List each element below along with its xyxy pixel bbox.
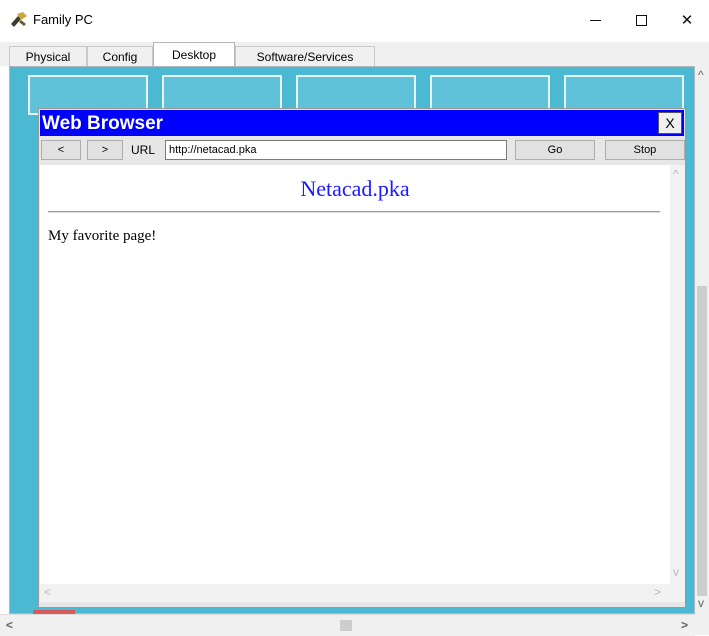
scroll-right-icon[interactable]: > <box>681 618 688 632</box>
page-heading: Netacad.pka <box>300 176 410 201</box>
vertical-scroll-thumb[interactable] <box>697 286 707 596</box>
page-vertical-scrollbar[interactable]: ^ v <box>670 165 685 584</box>
window-titlebar: Family PC ✕ <box>0 0 709 42</box>
horizontal-scroll-thumb[interactable] <box>340 620 352 631</box>
minimize-icon <box>589 19 601 21</box>
scroll-left-icon[interactable]: < <box>44 585 51 599</box>
browser-title: Web Browser <box>42 113 164 134</box>
window-title: Family PC <box>33 12 93 27</box>
scroll-right-icon[interactable]: > <box>654 585 661 599</box>
browser-toolbar: < > URL Go Stop <box>39 138 685 162</box>
tab-physical[interactable]: Physical <box>9 46 87 66</box>
cisco-pc-icon <box>11 12 27 27</box>
scroll-down-icon[interactable]: v <box>673 565 679 579</box>
back-button[interactable]: < <box>41 140 81 160</box>
scroll-down-icon[interactable]: v <box>698 596 704 610</box>
page-body-text: My favorite page! <box>48 228 157 244</box>
web-browser-window: Web Browser X < > URL Go Stop Netacad.pk… <box>38 108 686 608</box>
horizontal-rule <box>48 211 660 213</box>
forward-button[interactable]: > <box>87 140 123 160</box>
tab-software-services[interactable]: Software/Services <box>235 46 375 66</box>
browser-titlebar: Web Browser X <box>40 110 684 136</box>
close-window-button[interactable]: ✕ <box>664 0 709 40</box>
go-button[interactable]: Go <box>515 140 595 160</box>
tab-bar: Physical Config Desktop Software/Service… <box>0 42 709 66</box>
page-horizontal-scrollbar[interactable]: < > <box>40 584 670 602</box>
close-icon: ✕ <box>680 11 694 29</box>
scroll-up-icon[interactable]: ^ <box>698 68 704 82</box>
page-scrollbar-corner <box>670 584 685 602</box>
scroll-left-icon[interactable]: < <box>6 618 13 632</box>
scrollbar-corner <box>695 614 709 635</box>
vertical-scrollbar[interactable]: ^ v <box>695 66 709 614</box>
horizontal-scrollbar[interactable]: < > <box>0 614 695 636</box>
minimize-button[interactable] <box>572 0 618 40</box>
stop-button[interactable]: Stop <box>605 140 685 160</box>
scroll-up-icon[interactable]: ^ <box>673 167 679 181</box>
maximize-button[interactable] <box>618 0 664 40</box>
browser-close-button[interactable]: X <box>658 112 682 134</box>
url-label: URL <box>131 143 156 157</box>
page-content: Netacad.pka My favorite page! <box>40 165 670 584</box>
url-input[interactable] <box>165 140 507 160</box>
tab-config[interactable]: Config <box>87 46 153 66</box>
maximize-icon <box>635 14 647 26</box>
tab-desktop[interactable]: Desktop <box>153 42 235 66</box>
